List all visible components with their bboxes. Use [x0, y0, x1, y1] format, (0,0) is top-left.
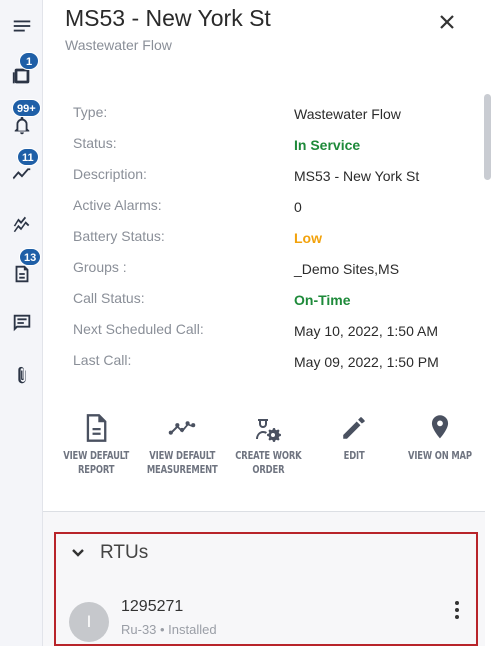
rtus-title: RTUs: [100, 542, 149, 563]
detail-row-battery: Battery Status: Low: [73, 226, 473, 257]
call-status-value: On-Time: [294, 292, 351, 308]
rtu-id: 1295271: [121, 598, 184, 615]
layers-badge: 1: [19, 52, 39, 70]
detail-value: MS53 - New York St: [294, 168, 420, 184]
pencil-icon: [343, 417, 365, 439]
site-details: Type: Wastewater Flow Status: In Service…: [73, 102, 473, 381]
action-label-line1: VIEW DEFAULT: [149, 450, 215, 462]
action-label-line1: VIEW ON MAP: [408, 450, 472, 462]
reports-badge: 13: [19, 248, 42, 266]
message-icon: [13, 314, 31, 332]
page-title: MS53 - New York St: [65, 5, 271, 31]
action-label-line2: MEASUREMENT: [146, 464, 218, 476]
close-icon: [440, 15, 454, 29]
menu-icon: [13, 20, 31, 32]
rtus-panel: RTUs I 1295271 Ru-33 • Installed: [54, 532, 478, 646]
detail-value: May 09, 2022, 1:50 PM: [294, 354, 439, 370]
detail-row-status: Status: In Service: [73, 133, 473, 164]
action-label: CREATE WORK ORDER: [235, 449, 301, 477]
detail-value: _Demo Sites,MS: [294, 261, 400, 277]
action-label: VIEW ON MAP: [408, 449, 472, 463]
action-label-line1: EDIT: [343, 450, 365, 462]
detail-value: May 10, 2022, 1:50 AM: [294, 323, 438, 339]
detail-label: Last Call:: [73, 352, 132, 368]
view-on-map-button[interactable]: VIEW ON MAP: [397, 413, 483, 463]
detail-label: Status:: [73, 135, 117, 151]
detail-label: Battery Status:: [73, 228, 165, 244]
messages-button[interactable]: [8, 309, 36, 337]
edit-button[interactable]: EDIT: [311, 413, 397, 463]
detail-row-call-status: Call Status: On-Time: [73, 288, 473, 319]
detail-value: 0: [294, 199, 302, 215]
map-pin-icon: [431, 415, 449, 439]
menu-button[interactable]: [8, 12, 36, 40]
action-label-line1: VIEW DEFAULT: [63, 450, 129, 462]
rtus-header[interactable]: RTUs: [70, 542, 148, 564]
detail-row-next-call: Next Scheduled Call: May 10, 2022, 1:50 …: [73, 319, 473, 350]
more-vert-icon: [455, 601, 459, 619]
detail-label: Groups :: [73, 259, 127, 275]
page-subtitle: Wastewater Flow: [65, 37, 172, 53]
action-label: VIEW DEFAULT MEASUREMENT: [147, 449, 218, 477]
status-value: In Service: [294, 137, 361, 153]
action-label: EDIT: [344, 449, 365, 463]
action-label-line1: CREATE WORK: [234, 450, 302, 462]
create-work-order-button[interactable]: CREATE WORK ORDER: [225, 413, 311, 477]
view-default-report-button[interactable]: VIEW DEFAULT REPORT: [53, 413, 139, 477]
detail-row-description: Description: MS53 - New York St: [73, 164, 473, 195]
detail-label: Active Alarms:: [73, 197, 162, 213]
chevron-down-icon: [72, 549, 84, 557]
measurement-icon: [168, 421, 196, 435]
report-icon: [86, 414, 107, 442]
detail-label: Type:: [73, 104, 108, 120]
action-label-line2: REPORT: [77, 464, 115, 476]
detail-label: Call Status:: [73, 290, 145, 306]
more-options-button[interactable]: [449, 599, 465, 621]
detail-row-active-alarms: Active Alarms: 0: [73, 195, 473, 226]
detail-value: Wastewater Flow: [294, 106, 401, 122]
detail-row-last-call: Last Call: May 09, 2022, 1:50 PM: [73, 350, 473, 381]
charts-button[interactable]: [8, 210, 36, 238]
action-bar: VIEW DEFAULT REPORT VIEW DEFAULT MEASURE…: [53, 413, 483, 493]
action-label: VIEW DEFAULT REPORT: [63, 449, 129, 477]
avatar: I: [69, 602, 109, 642]
rtu-subtitle: Ru-33 • Installed: [121, 622, 217, 637]
scrollbar-thumb[interactable]: [484, 94, 491, 180]
action-label-line2: ORDER: [251, 464, 284, 476]
detail-row-groups: Groups : _Demo Sites,MS: [73, 257, 473, 288]
bell-icon: [14, 116, 30, 135]
close-button[interactable]: [436, 11, 458, 33]
worker-gear-icon: [256, 419, 281, 442]
attachment-icon: [18, 366, 26, 384]
trends-badge: 11: [17, 148, 39, 166]
side-rail: 1 99+ 11 13: [0, 0, 43, 646]
rtu-list-item[interactable]: I 1295271 Ru-33 • Installed: [69, 598, 469, 646]
attachments-button[interactable]: [8, 362, 36, 390]
battery-status-value: Low: [294, 230, 322, 246]
detail-label: Description:: [73, 166, 147, 182]
detail-label: Next Scheduled Call:: [73, 321, 204, 337]
alarms-badge: 99+: [12, 99, 41, 117]
chart-icon: [13, 216, 30, 233]
detail-row-type: Type: Wastewater Flow: [73, 102, 473, 133]
view-default-measurement-button[interactable]: VIEW DEFAULT MEASUREMENT: [139, 413, 225, 477]
